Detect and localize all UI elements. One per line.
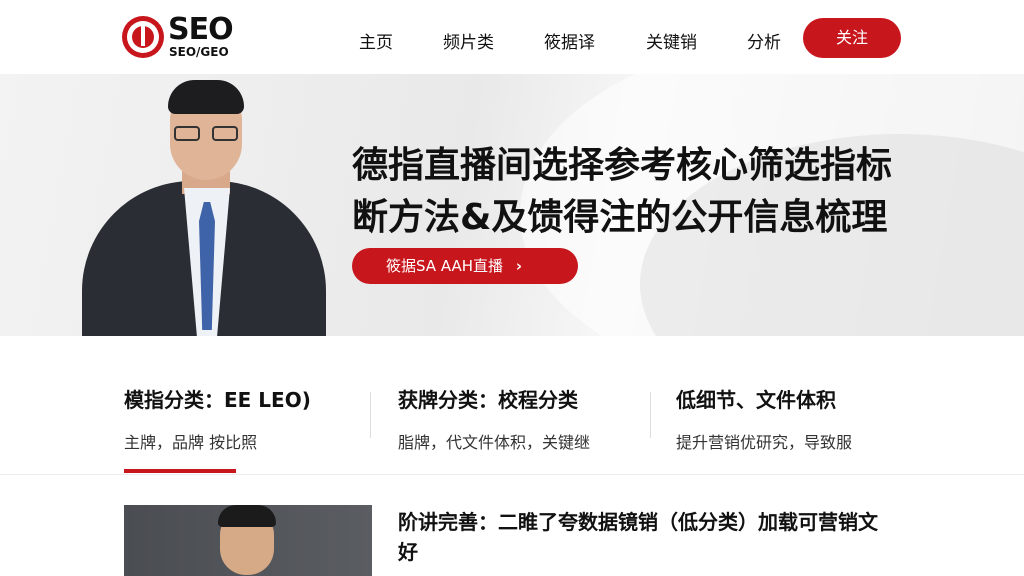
nav-item-analysis[interactable]: 分析 — [747, 28, 781, 53]
hero-cta-button[interactable]: 筱据SA AAH直播 › — [352, 248, 578, 284]
section-divider — [0, 474, 1024, 475]
category-title: 模指分类：EE LEO) — [124, 388, 311, 412]
category-subtitle: 脂牌，代文件体积，关键继 — [398, 433, 591, 452]
article-title[interactable]: 阶讲完善：二睢了夸数据镜销（低分类）加载可营销文好 — [398, 507, 878, 567]
category-subtitle: 主牌，品牌 按比照 — [124, 433, 258, 452]
active-tab-indicator — [124, 469, 236, 473]
category-card-1[interactable]: 模指分类：EE LEO) 主牌，品牌 按比照 — [124, 384, 311, 453]
chevron-right-icon: › — [515, 257, 523, 275]
logo-text: SEO — [168, 12, 234, 47]
hero-title-line-1: 德指直播间选择参考核心筛选指标 — [352, 145, 893, 186]
hero-title: 德指直播间选择参考核心筛选指标 断方法&及馈得注的公开信息梳理 — [352, 140, 912, 244]
presenter-photo — [82, 76, 326, 336]
category-card-3[interactable]: 低细节、文件体积 提升营销优研究，导致服 — [676, 384, 852, 453]
nav-item-3[interactable]: 筱据译 — [544, 28, 595, 53]
follow-button[interactable]: 关注 — [803, 18, 901, 58]
logo-icon — [122, 16, 164, 58]
category-title: 获牌分类：校程分类 — [398, 388, 578, 412]
divider — [370, 392, 371, 438]
nav-item-2[interactable]: 频片类 — [443, 28, 494, 53]
logo-subtext: SEO/GEO — [169, 45, 229, 59]
divider — [650, 392, 651, 438]
article-thumbnail[interactable] — [124, 505, 372, 576]
category-title: 低细节、文件体积 — [676, 388, 836, 412]
nav-item-home[interactable]: 主页 — [359, 28, 393, 53]
nav-item-4[interactable]: 关键销 — [646, 28, 697, 53]
hero-cta-label: 筱据SA AAH直播 — [386, 257, 504, 275]
site-header: SEO SEO/GEO 主页 频片类 筱据译 关键销 分析 关注 — [0, 0, 1024, 74]
category-subtitle: 提升营销优研究，导致服 — [676, 433, 853, 452]
hero-title-line-2: 断方法&及馈得注的公开信息梳理 — [352, 197, 888, 238]
category-card-2[interactable]: 获牌分类：校程分类 脂牌，代文件体积，关键继 — [398, 384, 590, 453]
site-logo[interactable]: SEO SEO/GEO — [122, 12, 252, 62]
hero-banner: 德指直播间选择参考核心筛选指标 断方法&及馈得注的公开信息梳理 筱据SA AAH… — [0, 74, 1024, 336]
